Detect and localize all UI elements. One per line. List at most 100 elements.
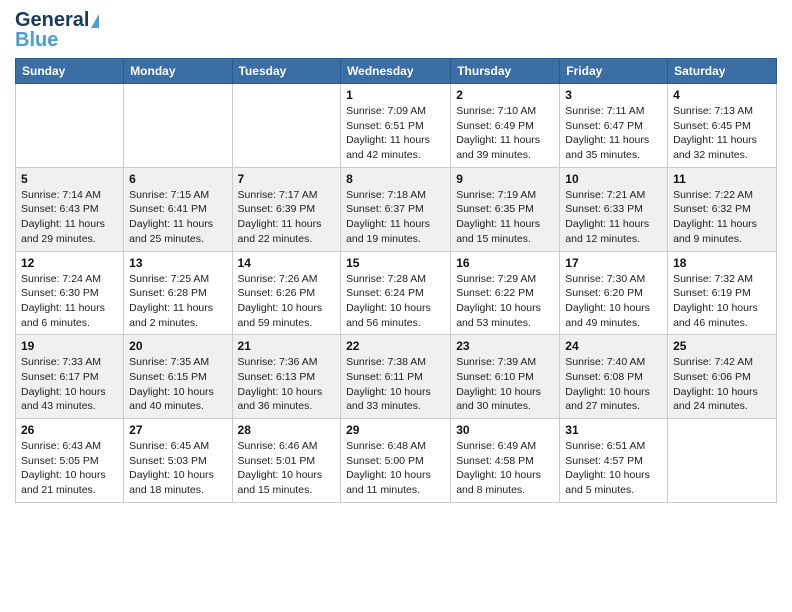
calendar-cell: 1 Sunrise: 7:09 AM Sunset: 6:51 PM Daylig… (341, 84, 451, 168)
weekday-tuesday: Tuesday (232, 59, 341, 84)
weekday-sunday: Sunday (16, 59, 124, 84)
calendar-cell: 22 Sunrise: 7:38 AM Sunset: 6:11 PM Dayli… (341, 335, 451, 419)
day-number: 21 (238, 339, 336, 353)
calendar-cell: 11Sunrise: 7:22 AM Sunset: 6:32 PM Dayli… (668, 167, 777, 251)
calendar-cell: 15 Sunrise: 7:28 AM Sunset: 6:24 PM Dayli… (341, 251, 451, 335)
calendar-cell: 31Sunrise: 6:51 AM Sunset: 4:57 PM Dayli… (560, 419, 668, 503)
day-number: 30 (456, 423, 554, 437)
calendar-cell: 10 Sunrise: 7:21 AM Sunset: 6:33 PM Dayli… (560, 167, 668, 251)
day-number: 13 (129, 256, 226, 270)
day-info: Sunrise: 7:28 AM Sunset: 6:24 PM Dayligh… (346, 272, 445, 331)
day-number: 27 (129, 423, 226, 437)
calendar-cell: 2 Sunrise: 7:10 AM Sunset: 6:49 PM Daylig… (451, 84, 560, 168)
day-number: 2 (456, 88, 554, 102)
calendar-cell: 12 Sunrise: 7:24 AM Sunset: 6:30 PM Dayli… (16, 251, 124, 335)
calendar-cell: 4Sunrise: 7:13 AM Sunset: 6:45 PM Daylig… (668, 84, 777, 168)
calendar-cell: 6Sunrise: 7:15 AM Sunset: 6:41 PM Daylig… (124, 167, 232, 251)
day-info: Sunrise: 7:42 AM Sunset: 6:06 PM Dayligh… (673, 355, 771, 414)
calendar-cell (16, 84, 124, 168)
day-info: Sunrise: 7:33 AM Sunset: 6:17 PM Dayligh… (21, 355, 118, 414)
logo-area: General Blue (15, 10, 99, 50)
day-info: Sunrise: 7:24 AM Sunset: 6:30 PM Dayligh… (21, 272, 118, 331)
day-number: 1 (346, 88, 445, 102)
calendar-cell: 20 Sunrise: 7:35 AM Sunset: 6:15 PM Dayli… (124, 335, 232, 419)
day-number: 10 (565, 172, 662, 186)
day-number: 6 (129, 172, 226, 186)
logo-general: General (15, 9, 89, 31)
day-number: 14 (238, 256, 336, 270)
day-number: 17 (565, 256, 662, 270)
day-number: 4 (673, 88, 771, 102)
day-number: 16 (456, 256, 554, 270)
day-number: 28 (238, 423, 336, 437)
calendar-cell: 24 Sunrise: 7:40 AM Sunset: 6:08 PM Dayli… (560, 335, 668, 419)
calendar-cell: 17 Sunrise: 7:30 AM Sunset: 6:20 PM Dayli… (560, 251, 668, 335)
header: General Blue (15, 10, 777, 50)
day-number: 22 (346, 339, 445, 353)
calendar-cell: 26 Sunrise: 6:43 AM Sunset: 5:05 PM Dayli… (16, 419, 124, 503)
calendar-cell: 18Sunrise: 7:32 AM Sunset: 6:19 PM Dayli… (668, 251, 777, 335)
calendar-cell: 3 Sunrise: 7:11 AM Sunset: 6:47 PM Daylig… (560, 84, 668, 168)
week-row-1: 1 Sunrise: 7:09 AM Sunset: 6:51 PM Daylig… (16, 84, 777, 168)
week-row-3: 12 Sunrise: 7:24 AM Sunset: 6:30 PM Dayli… (16, 251, 777, 335)
weekday-thursday: Thursday (451, 59, 560, 84)
calendar-cell: 16 Sunrise: 7:29 AM Sunset: 6:22 PM Dayli… (451, 251, 560, 335)
day-info: Sunrise: 7:19 AM Sunset: 6:35 PM Dayligh… (456, 188, 554, 247)
day-info: Sunrise: 7:36 AM Sunset: 6:13 PM Dayligh… (238, 355, 336, 414)
calendar-cell (668, 419, 777, 503)
day-info: Sunrise: 6:45 AM Sunset: 5:03 PM Dayligh… (129, 439, 226, 498)
calendar-cell: 14 Sunrise: 7:26 AM Sunset: 6:26 PM Dayli… (232, 251, 341, 335)
week-row-5: 26 Sunrise: 6:43 AM Sunset: 5:05 PM Dayli… (16, 419, 777, 503)
calendar-cell: 21 Sunrise: 7:36 AM Sunset: 6:13 PM Dayli… (232, 335, 341, 419)
day-number: 3 (565, 88, 662, 102)
calendar-cell: 7 Sunrise: 7:17 AM Sunset: 6:39 PM Daylig… (232, 167, 341, 251)
weekday-header-row: SundayMondayTuesdayWednesdayThursdayFrid… (16, 59, 777, 84)
day-number: 12 (21, 256, 118, 270)
day-number: 24 (565, 339, 662, 353)
weekday-monday: Monday (124, 59, 232, 84)
calendar-table: SundayMondayTuesdayWednesdayThursdayFrid… (15, 58, 777, 503)
day-number: 11 (673, 172, 771, 186)
day-info: Sunrise: 6:51 AM Sunset: 4:57 PM Dayligh… (565, 439, 662, 498)
day-number: 7 (238, 172, 336, 186)
day-info: Sunrise: 7:26 AM Sunset: 6:26 PM Dayligh… (238, 272, 336, 331)
day-info: Sunrise: 7:38 AM Sunset: 6:11 PM Dayligh… (346, 355, 445, 414)
logo-blue: Blue (15, 30, 99, 50)
day-info: Sunrise: 7:10 AM Sunset: 6:49 PM Dayligh… (456, 104, 554, 163)
day-info: Sunrise: 7:25 AM Sunset: 6:28 PM Dayligh… (129, 272, 226, 331)
day-info: Sunrise: 6:43 AM Sunset: 5:05 PM Dayligh… (21, 439, 118, 498)
day-number: 26 (21, 423, 118, 437)
day-info: Sunrise: 7:32 AM Sunset: 6:19 PM Dayligh… (673, 272, 771, 331)
day-info: Sunrise: 7:09 AM Sunset: 6:51 PM Dayligh… (346, 104, 445, 163)
day-number: 15 (346, 256, 445, 270)
day-number: 25 (673, 339, 771, 353)
calendar-cell: 9 Sunrise: 7:19 AM Sunset: 6:35 PM Daylig… (451, 167, 560, 251)
weekday-friday: Friday (560, 59, 668, 84)
day-info: Sunrise: 7:21 AM Sunset: 6:33 PM Dayligh… (565, 188, 662, 247)
day-number: 20 (129, 339, 226, 353)
day-info: Sunrise: 7:14 AM Sunset: 6:43 PM Dayligh… (21, 188, 118, 247)
day-number: 9 (456, 172, 554, 186)
calendar-cell: 19 Sunrise: 7:33 AM Sunset: 6:17 PM Dayli… (16, 335, 124, 419)
calendar-cell: 29Sunrise: 6:48 AM Sunset: 5:00 PM Dayli… (341, 419, 451, 503)
day-info: Sunrise: 6:49 AM Sunset: 4:58 PM Dayligh… (456, 439, 554, 498)
calendar-cell: 27 Sunrise: 6:45 AM Sunset: 5:03 PM Dayli… (124, 419, 232, 503)
logo-line1: General (15, 10, 99, 30)
day-info: Sunrise: 6:48 AM Sunset: 5:00 PM Dayligh… (346, 439, 445, 498)
day-info: Sunrise: 7:35 AM Sunset: 6:15 PM Dayligh… (129, 355, 226, 414)
day-info: Sunrise: 7:39 AM Sunset: 6:10 PM Dayligh… (456, 355, 554, 414)
day-info: Sunrise: 7:40 AM Sunset: 6:08 PM Dayligh… (565, 355, 662, 414)
calendar-cell: 28Sunrise: 6:46 AM Sunset: 5:01 PM Dayli… (232, 419, 341, 503)
day-number: 5 (21, 172, 118, 186)
weekday-wednesday: Wednesday (341, 59, 451, 84)
day-number: 19 (21, 339, 118, 353)
calendar-cell: 8Sunrise: 7:18 AM Sunset: 6:37 PM Daylig… (341, 167, 451, 251)
day-number: 23 (456, 339, 554, 353)
day-info: Sunrise: 7:29 AM Sunset: 6:22 PM Dayligh… (456, 272, 554, 331)
day-info: Sunrise: 7:30 AM Sunset: 6:20 PM Dayligh… (565, 272, 662, 331)
day-info: Sunrise: 7:11 AM Sunset: 6:47 PM Dayligh… (565, 104, 662, 163)
weekday-saturday: Saturday (668, 59, 777, 84)
calendar-cell (232, 84, 341, 168)
day-info: Sunrise: 7:17 AM Sunset: 6:39 PM Dayligh… (238, 188, 336, 247)
calendar-cell: 13 Sunrise: 7:25 AM Sunset: 6:28 PM Dayli… (124, 251, 232, 335)
